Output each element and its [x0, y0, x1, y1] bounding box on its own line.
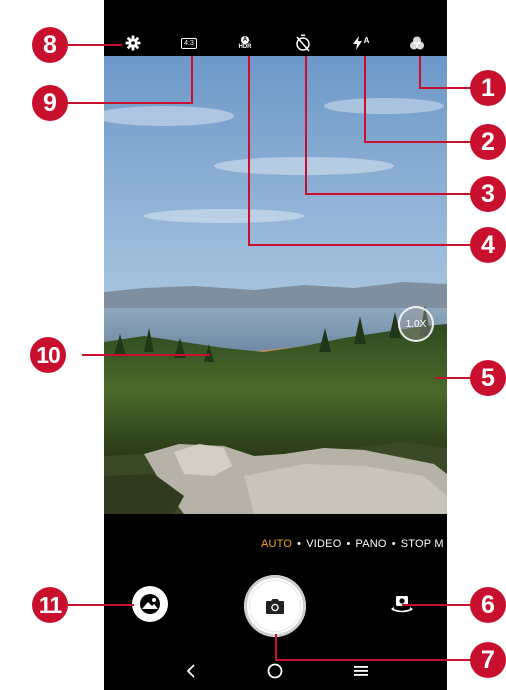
- hdr-label: HDR: [238, 43, 252, 50]
- callout-8: 8: [32, 27, 68, 63]
- mode-pano[interactable]: PANO: [356, 538, 387, 550]
- callout-line-5: [435, 377, 471, 379]
- callout-line-3-vertical: [305, 56, 307, 195]
- callout-line-9-vertical: [191, 56, 193, 104]
- home-button[interactable]: [262, 658, 288, 684]
- callout-6: 6: [470, 587, 506, 623]
- gallery-thumbnail-button[interactable]: [132, 586, 168, 622]
- callout-line-1: [420, 87, 472, 89]
- callout-line-1-vertical: [419, 56, 421, 89]
- callout-line-11: [68, 604, 134, 606]
- mode-separator: •: [297, 538, 302, 550]
- callout-9: 9: [32, 85, 68, 121]
- settings-gear-icon[interactable]: [122, 33, 144, 53]
- callout-5: 5: [470, 360, 506, 396]
- callout-line-7-vertical: [275, 634, 277, 661]
- aspect-ratio-label: 4:3: [181, 37, 197, 49]
- mode-separator: •: [391, 538, 396, 550]
- callout-1: 1: [470, 70, 506, 106]
- flash-auto-icon[interactable]: A: [350, 33, 372, 53]
- callout-line-7: [276, 659, 472, 661]
- mode-separator: •: [346, 538, 351, 550]
- mode-stop-motion[interactable]: STOP M: [401, 538, 444, 550]
- recents-button[interactable]: [348, 658, 374, 684]
- home-icon: [267, 663, 283, 679]
- timer-off-icon[interactable]: [292, 33, 314, 53]
- callout-line-6: [402, 604, 472, 606]
- callout-10: 10: [30, 337, 66, 373]
- shutter-button[interactable]: [244, 575, 306, 637]
- shutter-camera-icon: [266, 598, 284, 614]
- zoom-level-button[interactable]: 1.0X: [398, 306, 434, 342]
- callout-line-9: [66, 102, 192, 104]
- back-button[interactable]: [178, 658, 204, 684]
- shutter-inner: [249, 580, 301, 632]
- hdr-badge: A: [241, 35, 249, 44]
- camera-viewfinder[interactable]: [104, 56, 447, 514]
- hdr-auto-icon[interactable]: A HDR: [234, 33, 256, 53]
- aspect-ratio-icon[interactable]: 4:3: [178, 33, 200, 53]
- camera-top-bar: 4:3 A HDR A: [104, 30, 447, 56]
- callout-line-10: [82, 354, 210, 356]
- filter-icon[interactable]: [406, 33, 428, 53]
- flash-auto-badge: A: [363, 35, 370, 45]
- mode-auto[interactable]: AUTO: [261, 538, 292, 550]
- callout-4: 4: [470, 227, 506, 263]
- mode-video[interactable]: VIDEO: [306, 538, 341, 550]
- callout-7: 7: [470, 642, 506, 678]
- callout-11: 11: [32, 587, 68, 623]
- back-icon: [186, 664, 195, 678]
- callout-line-2-vertical: [364, 56, 366, 143]
- recents-icon: [354, 666, 368, 676]
- camera-mode-selector: AUTO • VIDEO • PANO • STOP M: [261, 538, 444, 550]
- callout-line-3: [306, 193, 472, 195]
- callout-2: 2: [470, 124, 506, 160]
- callout-3: 3: [470, 176, 506, 212]
- gallery-thumbnail-icon: [140, 594, 160, 614]
- callout-line-8: [68, 44, 122, 46]
- callout-line-2: [365, 141, 471, 143]
- callout-line-4-vertical: [248, 56, 250, 246]
- callout-line-4: [249, 244, 471, 246]
